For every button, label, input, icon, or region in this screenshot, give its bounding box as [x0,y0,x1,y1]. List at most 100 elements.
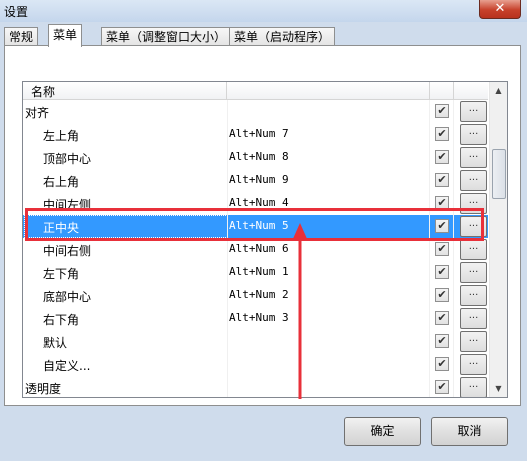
column-divider [453,146,454,169]
browse-button[interactable]: ... [460,331,487,352]
enabled-checkbox[interactable]: ✔ [435,334,449,348]
browse-button[interactable]: ... [460,147,487,168]
list-item[interactable]: 对齐 ✔... [23,100,488,123]
item-name: 左下角 [43,267,80,281]
enabled-checkbox[interactable]: ✔ [435,380,449,394]
browse-button[interactable]: ... [460,239,487,260]
tab-menu-resize[interactable]: 菜单（调整窗口大小） [101,27,232,46]
column-divider [453,238,454,261]
item-shortcut: Alt+Num 2 [229,288,289,301]
column-divider [429,353,430,376]
column-divider [453,123,454,146]
annotation-arrow-icon [292,223,308,399]
item-name: 右下角 [43,313,80,327]
list-item[interactable]: 左上角 Alt+Num 7 ✔... [23,123,488,146]
close-button[interactable]: ✕ [479,0,521,19]
enabled-checkbox[interactable]: ✔ [435,357,449,371]
column-divider [429,261,430,284]
list-item[interactable]: 顶部中心 Alt+Num 8 ✔... [23,146,488,169]
item-shortcut: Alt+Num 8 [229,150,289,163]
column-divider [227,376,228,397]
item-name: 默认 [43,336,68,350]
item-name: 左上角 [43,129,80,143]
column-divider [453,284,454,307]
enabled-checkbox[interactable]: ✔ [435,311,449,325]
column-divider [226,82,227,99]
list-item[interactable]: 右下角 Alt+Num 3 ✔... [23,307,488,330]
column-divider [429,123,430,146]
column-divider [429,330,430,353]
tab-menu-launch[interactable]: 菜单（启动程序） [229,27,336,46]
item-name: 右上角 [43,175,80,189]
column-divider [227,353,228,376]
column-divider [453,169,454,192]
column-divider [429,169,430,192]
browse-button[interactable]: ... [460,377,487,397]
column-divider [429,238,430,261]
browse-button[interactable]: ... [460,170,487,191]
tab-general[interactable]: 常规 [4,27,39,46]
column-divider [429,284,430,307]
item-name: 透明度 [25,382,62,396]
column-divider [429,307,430,330]
item-name: 中间右侧 [43,244,92,258]
scroll-thumb[interactable] [492,149,506,199]
item-name: 底部中心 [43,290,92,304]
browse-button[interactable]: ... [460,101,487,122]
cancel-button[interactable]: 取消 [431,417,508,446]
browse-button[interactable]: ... [460,285,487,306]
browse-button[interactable]: ... [460,308,487,329]
title-bar: 设置 ✕ [0,0,527,22]
enabled-checkbox[interactable]: ✔ [435,104,449,118]
window-title: 设置 [4,5,29,19]
list-header: 名称 [23,82,488,100]
column-divider [227,238,228,261]
column-divider [227,169,228,192]
column-divider [227,146,228,169]
item-shortcut: Alt+Num 9 [229,173,289,186]
scroll-down-icon[interactable]: ▼ [492,382,505,395]
list-item[interactable]: 中间右侧 Alt+Num 6 ✔... [23,238,488,261]
tab-menu[interactable]: 菜单 [48,24,83,47]
column-divider [227,330,228,353]
column-divider [227,284,228,307]
column-divider [453,376,454,397]
column-divider [429,100,430,123]
list-item[interactable]: 左下角 Alt+Num 1 ✔... [23,261,488,284]
browse-button[interactable]: ... [460,262,487,283]
item-shortcut: Alt+Num 6 [229,242,289,255]
column-divider [453,100,454,123]
enabled-checkbox[interactable]: ✔ [435,242,449,256]
enabled-checkbox[interactable]: ✔ [435,288,449,302]
enabled-checkbox[interactable]: ✔ [435,265,449,279]
column-divider [429,82,430,99]
list-item[interactable]: 自定义... ✔... [23,353,488,376]
browse-button[interactable]: ... [460,124,487,145]
browse-button[interactable]: ... [460,354,487,375]
list-item[interactable]: 右上角 Alt+Num 9 ✔... [23,169,488,192]
item-name: 顶部中心 [43,152,92,166]
enabled-checkbox[interactable]: ✔ [435,173,449,187]
column-divider [227,123,228,146]
item-name: 对齐 [25,106,50,120]
column-divider [453,330,454,353]
item-shortcut: Alt+Num 3 [229,311,289,324]
column-header-name: 名称 [31,85,56,99]
scroll-up-icon[interactable]: ▲ [492,84,505,97]
column-divider [227,261,228,284]
column-divider [227,100,228,123]
list-item[interactable]: 默认 ✔... [23,330,488,353]
annotation-highlight-box [25,208,484,241]
vertical-scrollbar[interactable]: ▲ ▼ [489,82,507,397]
item-name: 自定义... [43,359,91,373]
column-divider [453,261,454,284]
item-shortcut: Alt+Num 7 [229,127,289,140]
column-divider [453,307,454,330]
list-item[interactable]: 透明度 ✔... [23,376,488,397]
ok-button[interactable]: 确定 [344,417,421,446]
column-divider [227,307,228,330]
enabled-checkbox[interactable]: ✔ [435,127,449,141]
close-icon: ✕ [494,1,506,16]
enabled-checkbox[interactable]: ✔ [435,150,449,164]
list-item[interactable]: 底部中心 Alt+Num 2 ✔... [23,284,488,307]
